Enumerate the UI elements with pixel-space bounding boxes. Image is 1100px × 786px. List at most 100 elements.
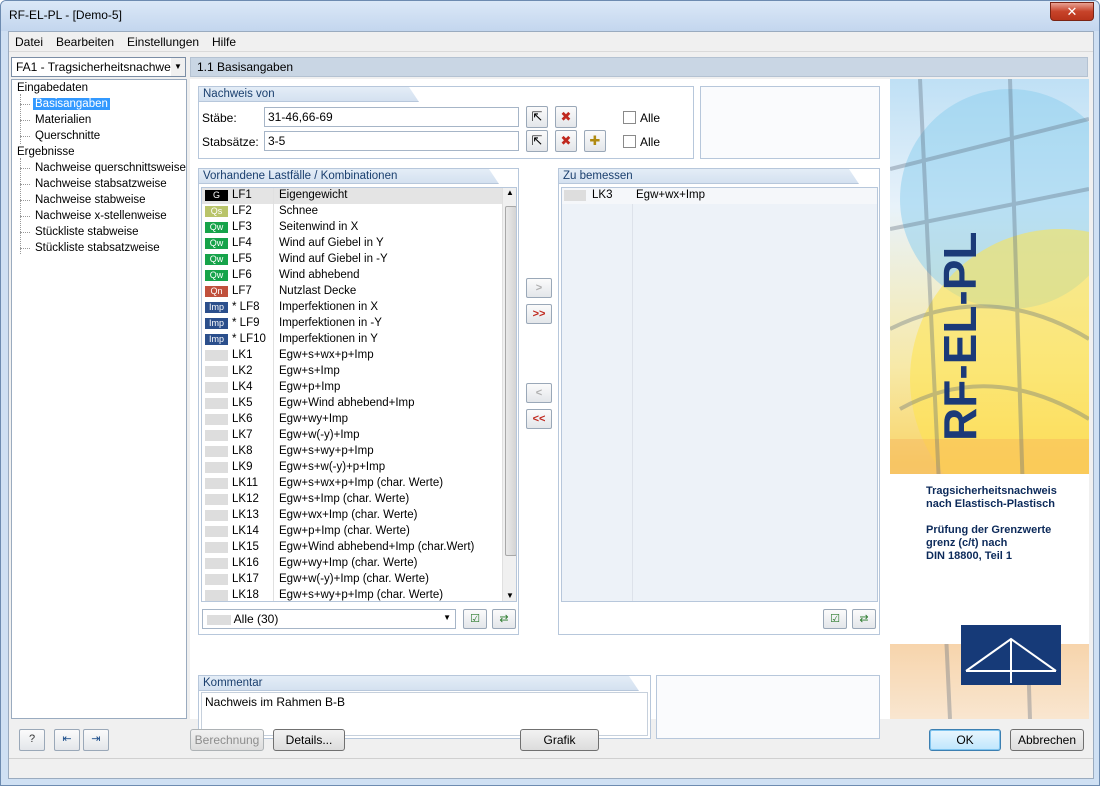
staebe-input[interactable]: 31-46,66-69 (264, 107, 519, 127)
invert-selection-button[interactable]: ⇄ (492, 609, 516, 629)
list-item[interactable]: Imp * LF9 Imperfektionen in -Y (202, 316, 516, 332)
list-item[interactable]: LK8 Egw+s+wy+p+Imp (202, 444, 516, 460)
new-member-set-button[interactable]: ✚ (584, 130, 606, 152)
tree-input-root[interactable]: Eingabedaten (17, 82, 88, 94)
menu-hilfe[interactable]: Hilfe (212, 35, 236, 49)
details-button[interactable]: Details... (273, 729, 345, 751)
load-description: Egw+w(-y)+Imp (279, 429, 360, 441)
alle-stabsaetze-checkbox[interactable] (623, 135, 636, 148)
load-type-badge (205, 350, 228, 361)
load-description: Wind auf Giebel in Y (279, 237, 384, 249)
list-item-code-cell: LK4 (202, 380, 274, 396)
list-item[interactable]: LK16 Egw+wy+Imp (char. Werte) (202, 556, 516, 572)
stabsaetze-input[interactable]: 3-5 (264, 131, 519, 151)
scroll-up-icon[interactable]: ▲ (506, 188, 514, 197)
tree-item-stueckliste-stabweise[interactable]: Stückliste stabweise (35, 226, 139, 238)
load-type-badge (205, 430, 228, 441)
info-box-top (700, 86, 880, 159)
list-item-code-cell: LK8 (202, 444, 274, 460)
scroll-down-icon[interactable]: ▼ (506, 591, 514, 600)
select-all-button[interactable]: ☑ (823, 609, 847, 629)
tree-item-nachweise-querschnittsweise[interactable]: Nachweise querschnittsweise (35, 162, 186, 174)
delete-members-button[interactable]: ✖ (555, 106, 577, 128)
next-page-button[interactable]: ⇥ (83, 729, 109, 751)
list-item[interactable]: Qn LF7 Nutzlast Decke (202, 284, 516, 300)
load-type-badge: Qw (205, 222, 228, 233)
load-type-badge (205, 494, 228, 505)
load-code: LK2 (232, 365, 253, 377)
available-loads-list[interactable]: G LF1 Eigengewicht Qs LF2 Schnee Qw LF3 Seitenwi… (201, 187, 517, 602)
menu-bearbeiten[interactable]: Bearbeiten (56, 35, 114, 49)
grafik-button[interactable]: Grafik (520, 729, 599, 751)
menu-datei[interactable]: Datei (15, 35, 43, 49)
alle-staebe-checkbox[interactable] (623, 111, 636, 124)
tree-item-stueckliste-stabsatzweise[interactable]: Stückliste stabsatzweise (35, 242, 160, 254)
load-description: Egw+s+Imp (char. Werte) (279, 493, 410, 505)
tree-results-root[interactable]: Ergebnisse (17, 146, 75, 158)
list-item[interactable]: Qw LF4 Wind auf Giebel in Y (202, 236, 516, 252)
list-item[interactable]: LK7 Egw+w(-y)+Imp (202, 428, 516, 444)
to-design-list[interactable]: LK3 Egw+wx+Imp (561, 187, 878, 602)
list-item[interactable]: Qs LF2 Schnee (202, 204, 516, 220)
list-item[interactable]: Qw LF5 Wind auf Giebel in -Y (202, 252, 516, 268)
tree-item-nachweise-stabsatzweise[interactable]: Nachweise stabsatzweise (35, 178, 167, 190)
list-item[interactable]: LK3 Egw+wx+Imp (562, 188, 877, 204)
load-type-badge (205, 526, 228, 537)
abbrechen-button[interactable]: Abbrechen (1010, 729, 1084, 751)
list-item[interactable]: LK17 Egw+w(-y)+Imp (char. Werte) (202, 572, 516, 588)
load-code: LF4 (232, 237, 252, 249)
list-item[interactable]: LK18 Egw+s+wy+p+Imp (char. Werte) (202, 588, 516, 601)
available-list-scrollbar[interactable]: ▲ ▼ (502, 188, 516, 601)
list-item[interactable]: Imp * LF10 Imperfektionen in Y (202, 332, 516, 348)
scrollbar-thumb[interactable] (505, 206, 516, 556)
pick-members-button[interactable]: ⇱ (526, 106, 548, 128)
list-item[interactable]: LK4 Egw+p+Imp (202, 380, 516, 396)
case-selector[interactable]: FA1 - Tragsicherheitsnachweis n ▼ (11, 57, 186, 77)
list-item[interactable]: LK1 Egw+s+wx+p+Imp (202, 348, 516, 364)
add-all-button[interactable]: >> (526, 304, 552, 324)
tree-item-basisangaben[interactable]: Basisangaben (33, 98, 110, 110)
tree-item-nachweise-x-stellenweise[interactable]: Nachweise x-stellenweise (35, 210, 167, 222)
delete-member-sets-button[interactable]: ✖ (555, 130, 577, 152)
load-description: Egw+p+Imp (char. Werte) (279, 525, 410, 537)
select-all-button[interactable]: ☑ (463, 609, 487, 629)
list-item[interactable]: Imp * LF8 Imperfektionen in X (202, 300, 516, 316)
list-item[interactable]: Qw LF6 Wind abhebend (202, 268, 516, 284)
banner-product-name: RF-EL-PL (934, 231, 986, 441)
menu-einstellungen[interactable]: Einstellungen (127, 35, 199, 49)
add-button[interactable]: > (526, 278, 552, 298)
load-code: LF5 (232, 253, 252, 265)
help-button[interactable]: ? (19, 729, 45, 751)
list-item[interactable]: LK14 Egw+p+Imp (char. Werte) (202, 524, 516, 540)
list-item[interactable]: LK13 Egw+wx+Imp (char. Werte) (202, 508, 516, 524)
list-item[interactable]: LK6 Egw+wy+Imp (202, 412, 516, 428)
pick-member-sets-button[interactable]: ⇱ (526, 130, 548, 152)
remove-all-button[interactable]: << (526, 409, 552, 429)
ok-button[interactable]: OK (929, 729, 1001, 751)
info-box-bottom (656, 675, 880, 739)
list-item[interactable]: LK5 Egw+Wind abhebend+Imp (202, 396, 516, 412)
chevron-down-icon: ▼ (171, 58, 185, 76)
list-item[interactable]: G LF1 Eigengewicht (202, 188, 516, 204)
load-type-badge (205, 510, 228, 521)
load-description: Wind abhebend (279, 269, 360, 281)
list-item[interactable]: LK15 Egw+Wind abhebend+Imp (char.Wert) (202, 540, 516, 556)
list-item[interactable]: LK11 Egw+s+wx+p+Imp (char. Werte) (202, 476, 516, 492)
list-item[interactable]: Qw LF3 Seitenwind in X (202, 220, 516, 236)
tree-item-materialien[interactable]: Materialien (35, 114, 91, 126)
invert-selection-button[interactable]: ⇄ (852, 609, 876, 629)
load-code: LF3 (232, 221, 252, 233)
list-item-code-cell: LK1 (202, 348, 274, 364)
previous-page-button[interactable]: ⇤ (54, 729, 80, 751)
list-item[interactable]: LK2 Egw+s+Imp (202, 364, 516, 380)
berechnung-button[interactable]: Berechnung (190, 729, 264, 751)
close-button[interactable]: ✕ (1050, 2, 1094, 21)
remove-button[interactable]: < (526, 383, 552, 403)
list-item[interactable]: LK12 Egw+s+Imp (char. Werte) (202, 492, 516, 508)
list-item[interactable]: LK9 Egw+s+w(-y)+p+Imp (202, 460, 516, 476)
tree-item-nachweise-stabweise[interactable]: Nachweise stabweise (35, 194, 146, 206)
cursor-pick-icon: ⇱ (531, 133, 543, 148)
load-filter-select[interactable]: Alle (30) ▼ (202, 609, 456, 629)
invert-icon: ⇄ (859, 613, 869, 625)
tree-item-querschnitte[interactable]: Querschnitte (35, 130, 100, 142)
